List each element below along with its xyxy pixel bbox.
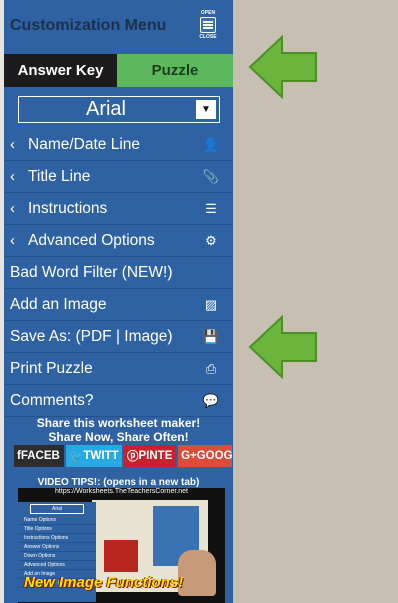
font-select[interactable]: Arial ▼ bbox=[18, 96, 220, 123]
video-title: New Image Functions! bbox=[24, 574, 184, 591]
save-icon: 💾 bbox=[202, 328, 220, 344]
video-thumbnail[interactable]: Arial Name Options Title Options Instructio… bbox=[18, 488, 225, 603]
menu-item-label: Comments? bbox=[10, 391, 94, 409]
menu-item[interactable]: ‹ Advanced Options ⚙ bbox=[4, 225, 233, 257]
video-menu-row: Answer Options bbox=[18, 543, 96, 552]
menu-item-label: Bad Word Filter (NEW!) bbox=[10, 263, 173, 281]
open-label: OPEN bbox=[200, 10, 216, 16]
dropdown-arrow-icon[interactable]: ▼ bbox=[196, 100, 216, 119]
arrow-icon bbox=[248, 35, 317, 99]
pinterest-label: PINTE bbox=[138, 450, 173, 462]
video-menu-row: Name Options bbox=[18, 516, 96, 525]
chevron-left-icon: ‹ bbox=[10, 232, 15, 249]
print-icon: ⎙ bbox=[205, 360, 217, 376]
arrow-icon bbox=[248, 315, 317, 379]
panel-title: Customization Menu bbox=[10, 17, 167, 34]
menu-list: ‹ Name/Date Line 👤 ‹ Title Line 📎 ‹ Instruction… bbox=[4, 129, 233, 417]
menu-item[interactable]: Add an Image ▨ bbox=[4, 289, 233, 321]
twitter-label: TWITT bbox=[83, 450, 119, 462]
video-menu-row: Advanced Options bbox=[18, 561, 96, 570]
mode-tabs: Answer Key Puzzle bbox=[4, 54, 233, 87]
pinterest-icon: ⓟ bbox=[127, 451, 139, 463]
menu-item-label: Add an Image bbox=[10, 295, 107, 313]
list-icon: ☰ bbox=[205, 200, 217, 216]
video-red-panel bbox=[104, 540, 138, 572]
video-font-select: Arial bbox=[30, 504, 84, 514]
menu-item[interactable]: ‹ Title Line 📎 bbox=[4, 161, 233, 193]
menu-item[interactable]: Comments? 💬 bbox=[4, 385, 233, 417]
social-buttons: f FACEB 🐦 TWITT ⓟ PINTE G+ GOOG bbox=[14, 445, 232, 467]
open-close-toggle[interactable]: OPEN CLOSE bbox=[197, 10, 219, 40]
menu-item[interactable]: Bad Word Filter (NEW!) bbox=[4, 257, 233, 289]
video-url: https://Worksheets.TheTeachersCorner.net bbox=[55, 488, 188, 495]
menu-item[interactable]: Save As: (PDF | Image) 💾 bbox=[4, 321, 233, 353]
chevron-left-icon: ‹ bbox=[10, 200, 15, 217]
hamburger-icon[interactable] bbox=[200, 17, 216, 33]
google-share-button[interactable]: G+ GOOG bbox=[178, 445, 232, 467]
facebook-share-button[interactable]: f FACEB bbox=[14, 445, 65, 467]
chevron-left-icon: ‹ bbox=[10, 136, 15, 153]
close-label: CLOSE bbox=[199, 34, 217, 40]
menu-item-label: Save As: (PDF | Image) bbox=[10, 327, 173, 345]
twitter-icon: 🐦 bbox=[69, 451, 84, 463]
pinterest-share-button[interactable]: ⓟ PINTE bbox=[124, 445, 177, 467]
google-label: GOOG bbox=[196, 450, 232, 462]
twitter-share-button[interactable]: 🐦 TWITT bbox=[66, 445, 122, 467]
user-icon: 👤 bbox=[202, 136, 220, 152]
facebook-label: FACEB bbox=[20, 450, 60, 462]
share-subheading: Share Now, Share Often! bbox=[48, 430, 189, 444]
video-tips-heading: VIDEO TIPS!: (opens in a new tab) bbox=[37, 477, 200, 488]
video-menu-row: Title Options bbox=[18, 525, 96, 534]
video-menu-row: Instructions Options bbox=[18, 534, 96, 543]
panel-header: Customization Menu OPEN CLOSE bbox=[4, 0, 233, 48]
video-presenter bbox=[178, 550, 216, 596]
menu-item-label: Title Line bbox=[28, 167, 91, 185]
google-plus-icon: G+ bbox=[181, 450, 197, 462]
tab-puzzle[interactable]: Puzzle bbox=[117, 54, 233, 87]
menu-item-label: Advanced Options bbox=[28, 231, 155, 249]
gears-icon: ⚙ bbox=[205, 232, 217, 248]
menu-item[interactable]: Print Puzzle ⎙ bbox=[4, 353, 233, 385]
menu-item-label: Instructions bbox=[28, 199, 108, 217]
menu-item-label: Print Puzzle bbox=[10, 359, 93, 377]
tab-answer-key[interactable]: Answer Key bbox=[4, 54, 117, 87]
font-select-value: Arial bbox=[85, 98, 126, 120]
menu-item-label: Name/Date Line bbox=[28, 135, 141, 153]
video-menu-row: Down Options bbox=[18, 552, 96, 561]
chevron-left-icon: ‹ bbox=[10, 168, 15, 185]
customization-panel: Customization Menu OPEN CLOSE Answer Key… bbox=[4, 0, 233, 603]
menu-item[interactable]: ‹ Instructions ☰ bbox=[4, 193, 233, 225]
paperclip-icon: 📎 bbox=[202, 168, 220, 184]
comment-icon: 💬 bbox=[202, 392, 220, 408]
menu-item[interactable]: ‹ Name/Date Line 👤 bbox=[4, 129, 233, 161]
share-heading: Share this worksheet maker! bbox=[36, 416, 201, 430]
image-icon: ▨ bbox=[204, 296, 218, 312]
